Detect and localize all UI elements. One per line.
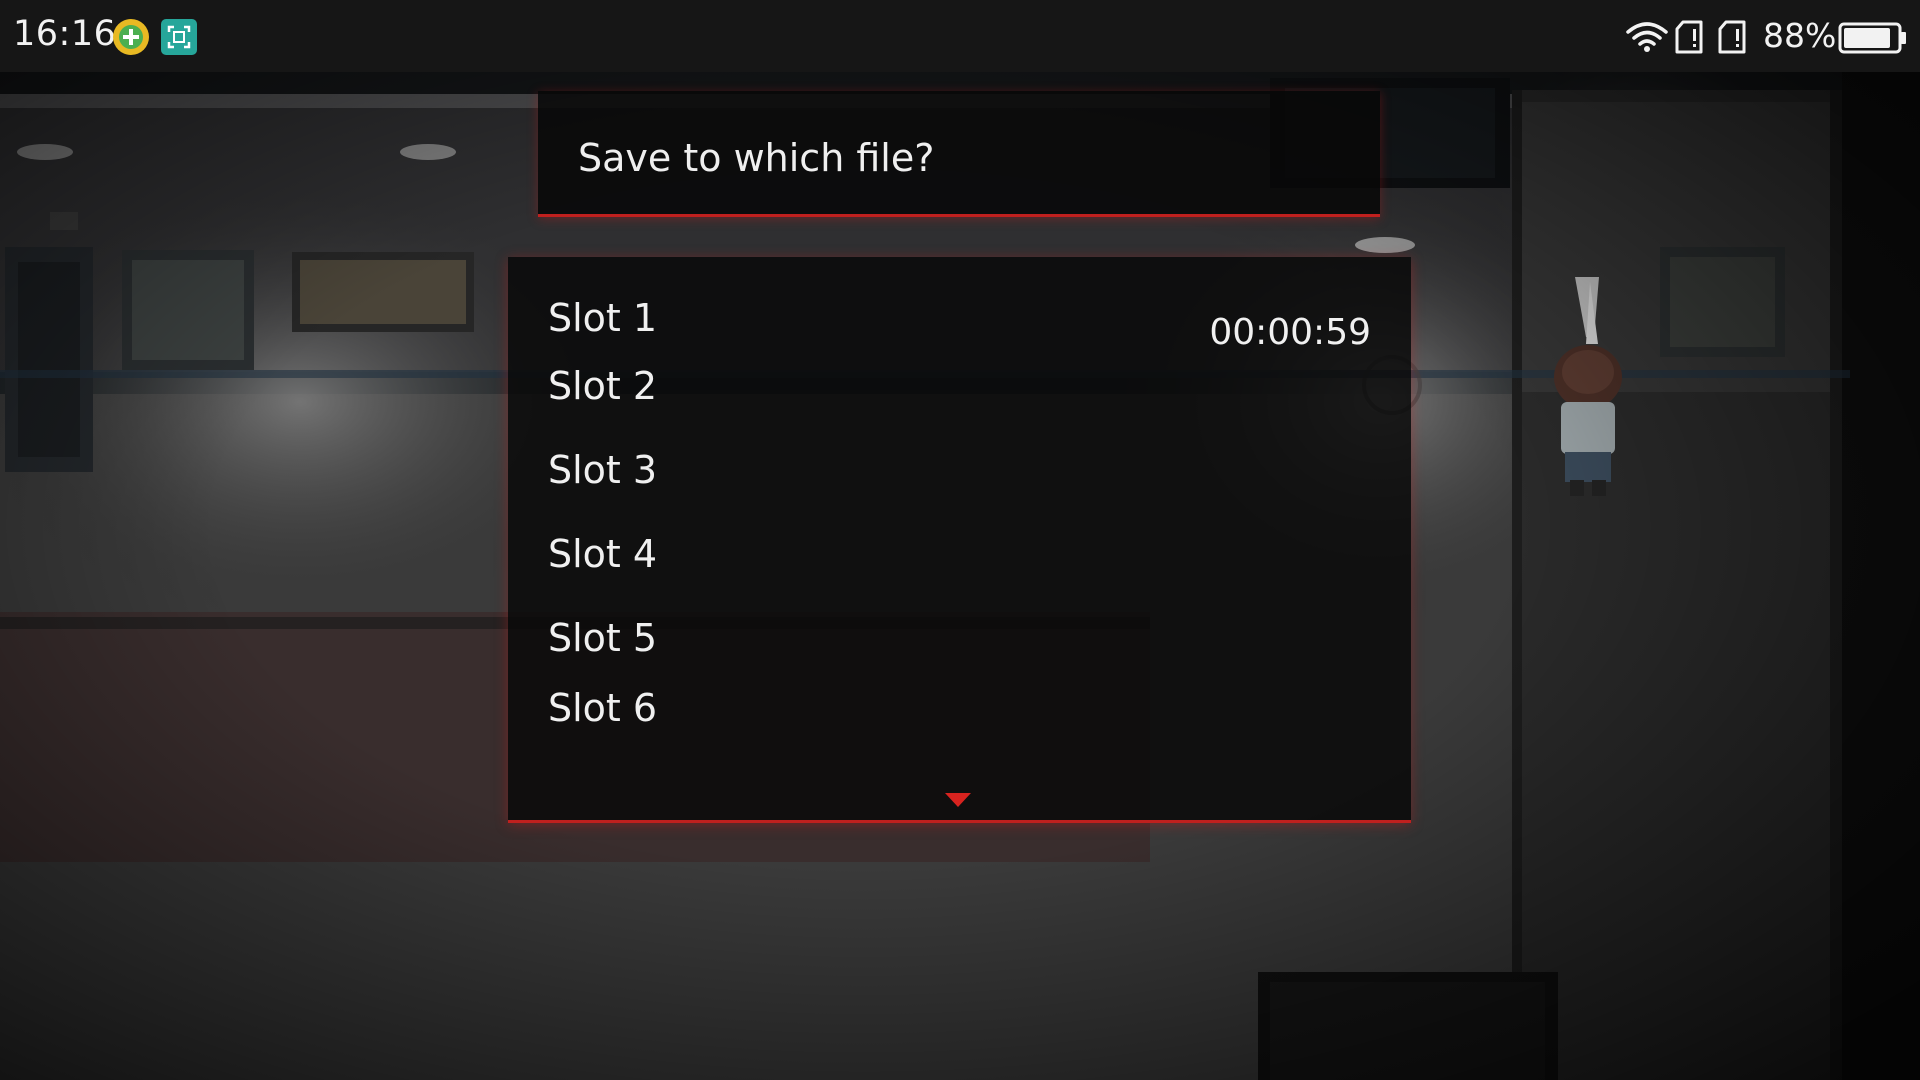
save-slot-4[interactable]: Slot 4 [508,509,1411,593]
save-prompt-text: Save to which file? [578,136,935,180]
battery-percent: 88% [1763,16,1837,55]
save-slot-label: Slot 4 [548,532,658,576]
screenshot-app-icon [160,18,198,56]
save-slot-6[interactable]: Slot 6 [508,677,1411,761]
save-slot-3[interactable]: Slot 3 [508,425,1411,509]
save-slot-label: Slot 2 [548,364,658,408]
save-slot-label: Slot 3 [548,448,658,492]
sim-2-icon [1717,20,1747,58]
status-time: 16:16 [13,14,117,54]
save-slot-label: Slot 6 [548,686,658,730]
battery-icon [1838,22,1908,58]
down-arrow-icon[interactable] [945,793,971,807]
status-bar: 16:16 88% [0,0,1920,72]
save-slot-label: Slot 5 [548,616,658,660]
game-screen: 16:16 88% Save to which file? Slot 1 00:… [0,0,1920,1080]
wifi-icon [1626,20,1668,58]
save-slot-1[interactable]: Slot 1 00:00:59 [508,257,1411,351]
sim-1-icon [1674,20,1704,58]
save-slot-2[interactable]: Slot 2 [508,341,1411,425]
save-slot-list: Slot 1 00:00:59 Slot 2 Slot 3 Slot 4 Slo… [508,257,1411,823]
save-slot-label: Slot 1 [548,296,658,340]
add-app-icon [112,18,150,56]
battery-fill [1844,28,1890,48]
save-prompt-window: Save to which file? [538,91,1380,217]
save-slot-5[interactable]: Slot 5 [508,593,1411,677]
